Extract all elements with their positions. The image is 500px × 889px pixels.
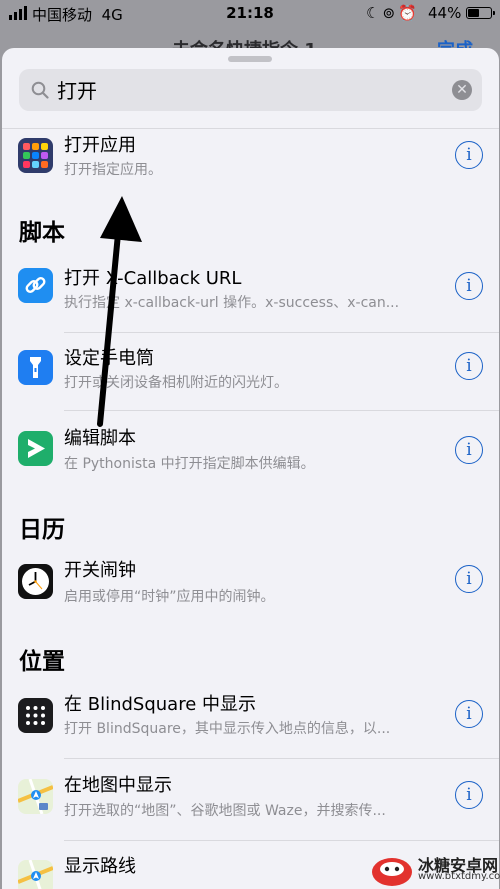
status-bar: 中国移动 4G 21:18 ☾⊚⏰ 44% [0,0,500,28]
watermark-url: www.btxtdmy.com [418,871,500,882]
moon-icon: ☾ [366,4,383,22]
rotation-lock-icon: ⊚ [382,4,399,22]
battery-percent: 44% [428,4,462,22]
status-time: 21:18 [226,4,274,22]
battery-icon [466,7,495,19]
alarm-icon: ⏰ [398,4,420,22]
watermark: 冰糖安卓网 www.btxtdmy.com [370,848,500,888]
action-search-sheet: ✕ 打开应用 打开指定应用。 i 脚本 [2,48,499,889]
status-icons: ☾⊚⏰ [366,4,420,22]
watermark-logo-icon [372,858,412,886]
annotation-arrow [97,196,142,427]
